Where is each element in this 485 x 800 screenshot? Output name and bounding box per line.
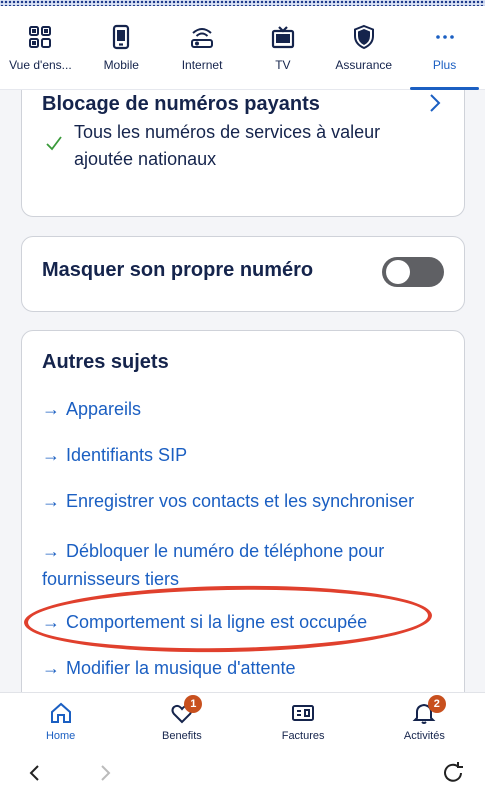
check-icon bbox=[46, 136, 62, 151]
link-hold-music[interactable]: → Modifier la musique d'attente bbox=[42, 656, 452, 680]
tab-label: TV bbox=[275, 58, 291, 72]
tab-label: Home bbox=[45, 730, 76, 742]
other-topics-title: Autres sujets bbox=[42, 351, 169, 373]
tab-benefits[interactable]: 1 Benefits bbox=[121, 693, 242, 744]
arrow-right-icon: → bbox=[42, 612, 60, 632]
link-busy-behaviour[interactable]: → Comportement si la ligne est occupée bbox=[42, 610, 452, 634]
chevron-right-icon[interactable] bbox=[428, 93, 442, 113]
tab-overview[interactable]: Vue d'ens... bbox=[0, 6, 81, 89]
browser-toolbar bbox=[0, 744, 485, 800]
tab-label: Assurance bbox=[335, 58, 393, 72]
tab-internet[interactable]: Internet bbox=[162, 6, 243, 89]
forward-icon[interactable] bbox=[92, 760, 118, 786]
tab-home[interactable]: Home bbox=[0, 693, 121, 744]
tab-label: Plus bbox=[432, 58, 457, 72]
other-topics-card: Autres sujets → Appareils → Identifiants S… bbox=[21, 330, 465, 692]
link-devices[interactable]: → Appareils bbox=[42, 397, 452, 421]
hide-number-title: Masquer son propre numéro bbox=[42, 259, 314, 281]
invoice-icon bbox=[292, 705, 315, 721]
blocking-item-text: Tous les numéros de services à valeur aj… bbox=[74, 122, 381, 169]
tab-more[interactable]: Plus bbox=[404, 6, 485, 90]
arrow-right-icon: → bbox=[42, 658, 60, 678]
blocking-card-title: Blocage de numéros payants bbox=[42, 93, 320, 115]
tab-label: Vue d'ens... bbox=[9, 58, 72, 72]
tab-label: Internet bbox=[181, 58, 223, 72]
tab-label: Mobile bbox=[103, 58, 139, 72]
tv-icon bbox=[271, 26, 294, 49]
top-navigation: Vue d'ens... Mobile Internet TV Assuranc… bbox=[0, 6, 485, 90]
shield-icon bbox=[353, 24, 374, 50]
bottom-navigation: Home 1 Benefits Factures 2 Activités bbox=[0, 692, 485, 744]
link-sip-credentials[interactable]: → Identifiants SIP bbox=[42, 443, 452, 467]
back-icon[interactable] bbox=[22, 760, 48, 786]
arrow-right-icon: → bbox=[42, 399, 60, 419]
tab-label: Benefits bbox=[162, 730, 202, 742]
router-icon bbox=[191, 28, 214, 48]
tab-insurance[interactable]: Assurance bbox=[323, 6, 404, 89]
hide-number-toggle[interactable] bbox=[382, 257, 444, 287]
link-contacts-sync[interactable]: → Enregistrer vos contacts et les synchro… bbox=[42, 489, 452, 513]
link-unlock-number[interactable]: → Débloquer le numéro de téléphone pour f… bbox=[42, 537, 452, 593]
tab-mobile[interactable]: Mobile bbox=[81, 6, 162, 89]
tab-activities[interactable]: 2 Activités bbox=[364, 693, 485, 744]
arrow-right-icon: → bbox=[42, 541, 60, 561]
toggle-knob bbox=[386, 260, 410, 284]
reload-icon[interactable] bbox=[440, 760, 466, 786]
more-icon bbox=[435, 35, 454, 39]
arrow-right-icon: → bbox=[42, 491, 60, 511]
main-content[interactable]: Blocage de numéros payants Tous les numé… bbox=[0, 90, 485, 692]
tab-label: Factures bbox=[281, 730, 325, 742]
phone-icon bbox=[113, 24, 130, 50]
hide-number-card: Masquer son propre numéro bbox=[21, 236, 465, 312]
arrow-right-icon: → bbox=[42, 445, 60, 465]
grid-icon bbox=[29, 26, 52, 48]
activities-badge: 2 bbox=[427, 695, 446, 713]
tab-label: Activités bbox=[403, 730, 445, 742]
home-icon bbox=[50, 702, 71, 723]
tab-invoices[interactable]: Factures bbox=[243, 693, 364, 744]
benefits-badge: 1 bbox=[184, 695, 203, 713]
blocking-card[interactable]: Blocage de numéros payants Tous les numé… bbox=[21, 90, 465, 217]
tab-tv[interactable]: TV bbox=[242, 6, 323, 89]
